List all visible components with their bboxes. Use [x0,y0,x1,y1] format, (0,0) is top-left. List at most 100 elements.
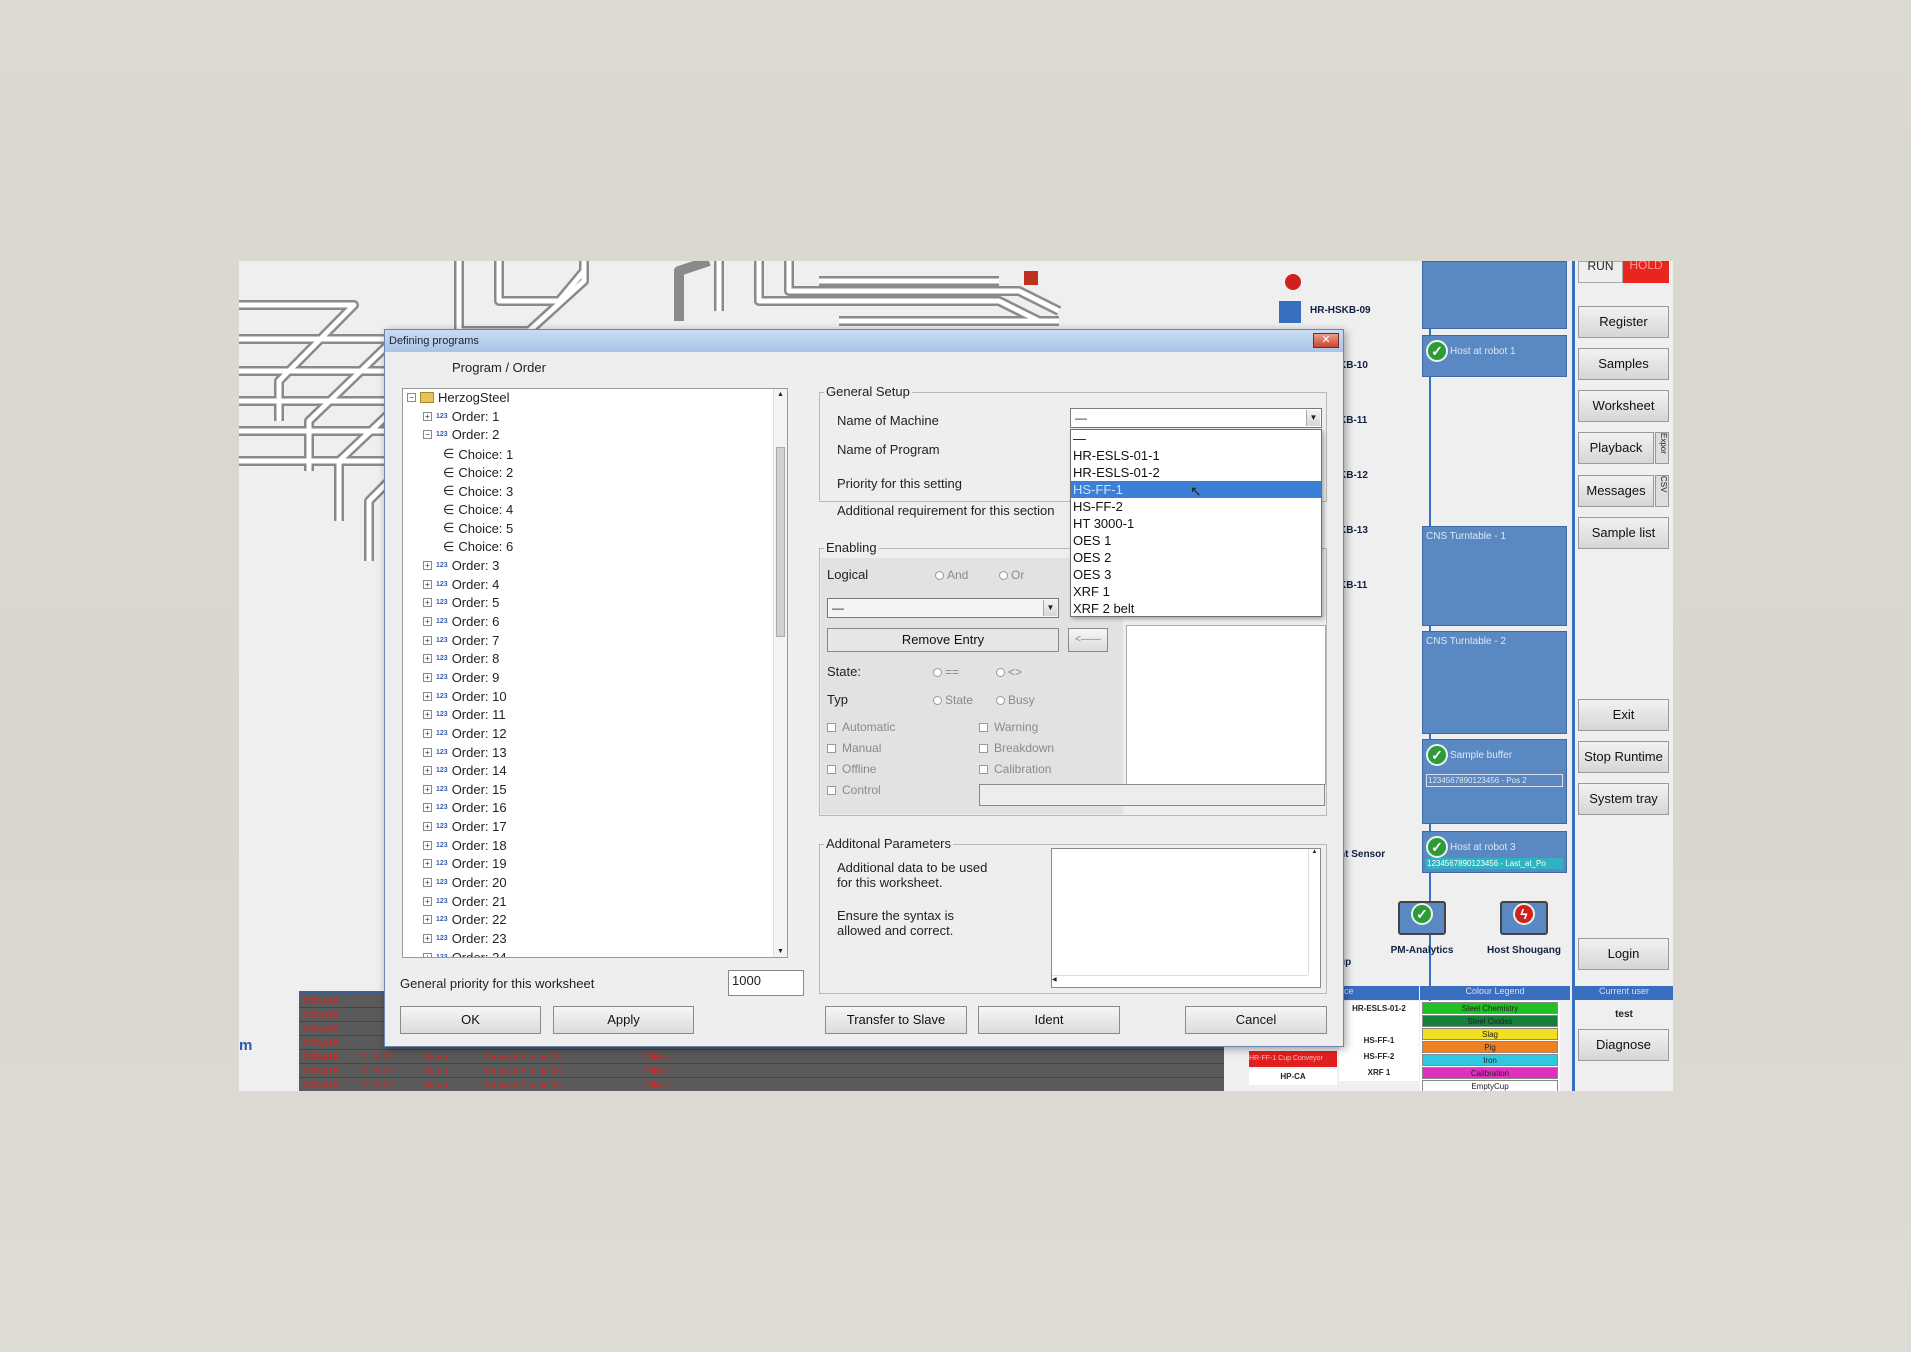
or-radio[interactable]: Or [999,568,1024,582]
collapse-icon[interactable]: − [423,430,432,439]
state-radio[interactable]: State [933,693,973,707]
status-tile[interactable]: CNS Turntable - 1 [1422,526,1567,626]
tree-order[interactable]: +123 Order: 12 [423,726,507,741]
ident-button[interactable]: Ident [978,1006,1120,1034]
tree-choice[interactable]: ∈ Choice: 4 [443,502,513,518]
run-button[interactable]: RUN [1578,261,1623,283]
add-arrow-button[interactable]: <—— [1068,628,1108,652]
scrollbar-thumb[interactable] [776,447,785,637]
csv-tab[interactable]: CSV [1655,475,1669,507]
expand-icon[interactable]: + [423,803,432,813]
dropdown-option[interactable]: HR-ESLS-01-1 [1071,447,1321,464]
hold-button[interactable]: HOLD [1623,261,1669,283]
tree-order[interactable]: −123 Order: 2 [423,427,499,442]
textarea-hscroll[interactable]: ◀ [1052,975,1308,987]
dropdown-option[interactable]: OES 3 [1071,566,1321,583]
system-tray-button[interactable]: System tray [1578,783,1669,815]
expand-icon[interactable]: + [423,766,432,776]
tree-order[interactable]: +123 Order: 15 [423,782,507,797]
manual-checkbox[interactable]: Manual [827,741,881,755]
table-row[interactable]: 03/04/18 11:15:22 Alarm Terminal Station… [299,1051,1224,1064]
expand-icon[interactable]: + [423,952,432,957]
tree-choice[interactable]: ∈ Choice: 3 [443,483,513,499]
dropdown-option[interactable]: XRF 1 [1071,583,1321,600]
dropdown-option[interactable]: HT 3000-1 [1071,515,1321,532]
tree-root[interactable]: − HerzogSteel [407,390,510,405]
expand-icon[interactable]: + [423,691,432,701]
warning-checkbox[interactable]: Warning [979,720,1038,734]
sample-list-button[interactable]: Sample list [1578,517,1669,549]
automatic-checkbox[interactable]: Automatic [827,720,895,734]
tree-order[interactable]: +123 Order: 16 [423,800,507,815]
tree-order[interactable]: +123 Order: 10 [423,689,507,704]
expand-icon[interactable]: + [423,896,432,906]
tree-choice[interactable]: ∈ Choice: 1 [443,446,513,462]
tree-order[interactable]: +123 Order: 19 [423,856,507,871]
machine-dropdown-list[interactable]: — HR-ESLS-01-1 HR-ESLS-01-2 HS-FF-1 HS-FF-2 H… [1070,429,1322,617]
register-button[interactable]: Register [1578,306,1669,338]
breakdown-checkbox[interactable]: Breakdown [979,741,1054,755]
expand-icon[interactable]: + [423,412,432,421]
expand-icon[interactable]: + [423,822,432,832]
login-button[interactable]: Login [1578,938,1669,970]
status-tile[interactable]: ✓ Sample buffer 1234567890123456 - Pos 2 [1422,739,1567,824]
table-row[interactable]: 03/04/18 11:15:22 Alarm Terminal Station… [299,1065,1224,1078]
status-tile[interactable]: ✓ Host at robot 3 1234567890123456 - Last… [1422,831,1567,873]
tree-order[interactable]: +123 Order: 17 [423,819,507,834]
remove-entry-button[interactable]: Remove Entry [827,628,1059,652]
offline-checkbox[interactable]: Offline [827,762,876,776]
additional-data-textarea[interactable]: ▲ ◀ [1051,848,1321,988]
collapse-icon[interactable]: − [407,393,416,402]
status-tile[interactable]: ✓ Host at robot 1 [1422,335,1567,377]
expand-icon[interactable]: + [423,616,432,626]
expand-icon[interactable]: + [423,579,432,589]
tree-order[interactable]: +123 Order: 24 [423,950,507,957]
dropdown-option[interactable]: OES 2 [1071,549,1321,566]
transfer-to-slave-button[interactable]: Transfer to Slave [825,1006,967,1034]
tree-order[interactable]: +123 Order: 11 [423,707,506,722]
close-button[interactable]: ✕ [1313,333,1339,348]
busy-radio[interactable]: Busy [996,693,1035,707]
dropdown-option[interactable]: HS-FF-2 [1071,498,1321,515]
expand-icon[interactable]: + [423,934,432,943]
messages-button[interactable]: Messages [1578,475,1654,507]
apply-button[interactable]: Apply [553,1006,694,1034]
table-row[interactable]: 03/04/18 11:15:22 Alarm Terminal Station… [299,1079,1224,1091]
expand-icon[interactable]: + [423,840,432,850]
enabling-select[interactable]: — ▼ [827,598,1059,618]
tree-choice[interactable]: ∈ Choice: 6 [443,539,513,555]
not-equal-radio[interactable]: <> [996,665,1022,679]
textarea-vscroll[interactable]: ▲ [1308,849,1320,975]
scroll-down-icon[interactable]: ▼ [777,948,784,955]
control-checkbox[interactable]: Control [827,783,881,797]
expand-icon[interactable]: + [423,654,432,664]
host-shougang-device[interactable]: ϟ Host Shougang [1479,901,1569,961]
enabling-list[interactable] [1126,625,1326,785]
dropdown-option[interactable]: XRF 2 belt [1071,600,1321,617]
samples-button[interactable]: Samples [1578,348,1669,380]
tree-choice[interactable]: ∈ Choice: 2 [443,465,513,481]
tree-order[interactable]: +123 Order: 3 [423,558,499,573]
pm-analytics-device[interactable]: ✓ PM-Analytics [1387,901,1457,961]
expand-icon[interactable]: + [423,710,432,720]
expand-icon[interactable]: + [423,672,432,682]
expand-icon[interactable]: + [423,598,432,608]
dropdown-option[interactable]: OES 1 [1071,532,1321,549]
tree-order[interactable]: +123 Order: 22 [423,912,507,927]
program-tree[interactable]: − HerzogSteel +123 Order: 1 −123 Order: 2 ∈… [402,388,788,958]
and-radio[interactable]: And [935,568,968,582]
expand-icon[interactable]: + [423,561,432,570]
expand-icon[interactable]: + [423,784,432,794]
chevron-down-icon[interactable]: ▼ [1043,600,1057,616]
tree-scrollbar[interactable]: ▲ ▼ [773,389,787,957]
calibration-checkbox[interactable]: Calibration [979,762,1051,776]
general-priority-input[interactable]: 1000 [728,970,804,996]
expand-icon[interactable]: + [423,915,432,925]
stop-runtime-button[interactable]: Stop Runtime [1578,741,1669,773]
tree-order[interactable]: +123 Order: 18 [423,838,507,853]
playback-button[interactable]: Playback [1578,432,1654,464]
condition-input[interactable] [979,784,1325,806]
status-tile[interactable] [1422,261,1567,329]
dropdown-option[interactable]: — [1071,430,1321,447]
tree-order[interactable]: +123 Order: 1 [423,409,499,424]
